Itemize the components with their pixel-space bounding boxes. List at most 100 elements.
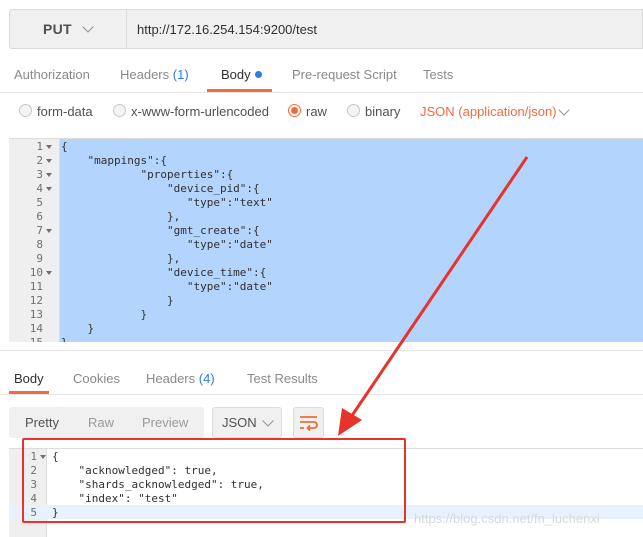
- url-text: http://172.16.254.154:9200/test: [137, 21, 317, 37]
- tab-headers-label: Headers: [120, 67, 170, 82]
- code-text: }: [61, 322, 95, 335]
- code-text: },: [61, 210, 181, 223]
- annotation-highlight-box: [22, 438, 406, 523]
- tab-authorization[interactable]: Authorization: [14, 67, 90, 82]
- res-tab-headers-label: Headers: [146, 371, 196, 386]
- line-number: 5: [36, 196, 43, 209]
- code-line: 3 "properties":{: [9, 168, 643, 182]
- line-number: 13: [29, 308, 43, 321]
- chevron-down-icon: [262, 415, 274, 427]
- request-tabs: Authorization Headers (1) Body Pre-reque…: [0, 58, 643, 92]
- code-line: 7 "gmt_create":{: [9, 224, 643, 238]
- code-line: 10 "device_time":{: [9, 266, 643, 280]
- line-number: 8: [36, 238, 43, 251]
- code-line: 12 }: [9, 294, 643, 308]
- code-line: 1{: [9, 140, 643, 154]
- wrap-lines-icon: [300, 416, 318, 432]
- code-line: 2 "mappings":{: [9, 154, 643, 168]
- res-tab-test-results[interactable]: Test Results: [247, 371, 318, 386]
- label-binary: binary: [365, 104, 401, 119]
- label-urlencoded: x-www-form-urlencoded: [131, 104, 269, 119]
- response-format-select[interactable]: JSON: [212, 407, 282, 438]
- fold-arrow-icon[interactable]: [46, 271, 52, 275]
- fold-arrow-icon[interactable]: [46, 229, 52, 233]
- code-text: "mappings":{: [61, 154, 167, 167]
- headers-count-badge: (1): [172, 67, 189, 82]
- code-text: "type":"date": [61, 238, 273, 251]
- content-type-select[interactable]: JSON (application/json): [420, 104, 557, 119]
- line-number: 2: [36, 154, 43, 167]
- pane-splitter[interactable]: [0, 350, 643, 351]
- preview-button[interactable]: Preview: [142, 415, 188, 430]
- code-line: 8 "type":"date": [9, 238, 643, 252]
- request-body-editor[interactable]: 1{2 "mappings":{3 "properties":{4 "devic…: [9, 138, 643, 342]
- code-line: 15}: [9, 336, 643, 342]
- line-number: 11: [29, 280, 43, 293]
- method-select[interactable]: PUT: [9, 9, 126, 49]
- chevron-down-icon: [82, 20, 94, 33]
- tab-tests[interactable]: Tests: [423, 67, 453, 82]
- code-text: }: [61, 336, 68, 342]
- line-number: 4: [36, 182, 43, 195]
- response-view-toggle: Pretty Raw Preview: [9, 407, 204, 438]
- fold-arrow-icon[interactable]: [46, 145, 52, 149]
- code-text: "type":"text": [61, 196, 273, 209]
- label-form-data: form-data: [37, 104, 93, 119]
- code-text: "device_pid":{: [61, 182, 260, 195]
- radio-form-data[interactable]: [19, 104, 32, 117]
- line-number: 1: [36, 140, 43, 153]
- chevron-down-icon[interactable]: [558, 104, 570, 116]
- code-text: }: [61, 294, 174, 307]
- response-tabs: Body Cookies Headers (4) Test Results: [0, 362, 643, 394]
- code-text: "type":"date": [61, 280, 273, 293]
- res-tab-body[interactable]: Body: [14, 371, 44, 386]
- code-line: 6 },: [9, 210, 643, 224]
- code-line: 4 "device_pid":{: [9, 182, 643, 196]
- body-type-options: form-data x-www-form-urlencoded raw bina…: [0, 100, 643, 124]
- code-line: 14 }: [9, 322, 643, 336]
- radio-urlencoded[interactable]: [113, 104, 126, 117]
- wrap-lines-button[interactable]: [293, 407, 324, 438]
- code-text: "gmt_create":{: [61, 224, 260, 237]
- line-number: 7: [36, 224, 43, 237]
- tab-prerequest-script[interactable]: Pre-request Script: [292, 67, 397, 82]
- fold-arrow-icon[interactable]: [46, 173, 52, 177]
- radio-binary[interactable]: [347, 104, 360, 117]
- code-line: 5 "type":"text": [9, 196, 643, 210]
- pretty-button[interactable]: Pretty: [25, 415, 59, 430]
- code-text: },: [61, 252, 181, 265]
- code-line: 11 "type":"date": [9, 280, 643, 294]
- fold-arrow-icon[interactable]: [46, 159, 52, 163]
- raw-button[interactable]: Raw: [88, 415, 114, 430]
- code-line: 13 }: [9, 308, 643, 322]
- line-number: 15: [9, 336, 43, 342]
- divider: [0, 394, 643, 395]
- line-number: 6: [36, 210, 43, 223]
- divider: [0, 92, 643, 93]
- method-label: PUT: [43, 21, 72, 37]
- url-bar: PUT http://172.16.254.154:9200/test: [9, 9, 643, 49]
- code-text: {: [61, 140, 68, 153]
- code-text: "properties":{: [61, 168, 234, 181]
- res-tab-cookies[interactable]: Cookies: [73, 371, 120, 386]
- line-number: 9: [36, 252, 43, 265]
- line-number: 3: [36, 168, 43, 181]
- line-number: 10: [29, 266, 43, 279]
- tab-headers[interactable]: Headers (1): [120, 67, 189, 82]
- res-headers-count-badge: (4): [198, 371, 215, 386]
- format-label: JSON: [222, 415, 257, 430]
- radio-raw[interactable]: [288, 104, 301, 117]
- watermark: https://blog.csdn.net/fn_luchenxi: [414, 511, 600, 526]
- code-text: }: [61, 308, 148, 321]
- tab-body-label: Body: [221, 67, 251, 82]
- url-input[interactable]: http://172.16.254.154:9200/test: [126, 9, 643, 49]
- tab-body[interactable]: Body: [221, 67, 262, 82]
- modified-dot-icon: [254, 71, 262, 78]
- code-line: 9 },: [9, 252, 643, 266]
- line-number: 14: [29, 322, 43, 335]
- code-text: "device_time":{: [61, 266, 267, 279]
- line-number: 12: [29, 294, 43, 307]
- label-raw: raw: [306, 104, 327, 119]
- fold-arrow-icon[interactable]: [46, 187, 52, 191]
- res-tab-headers[interactable]: Headers (4): [146, 371, 215, 386]
